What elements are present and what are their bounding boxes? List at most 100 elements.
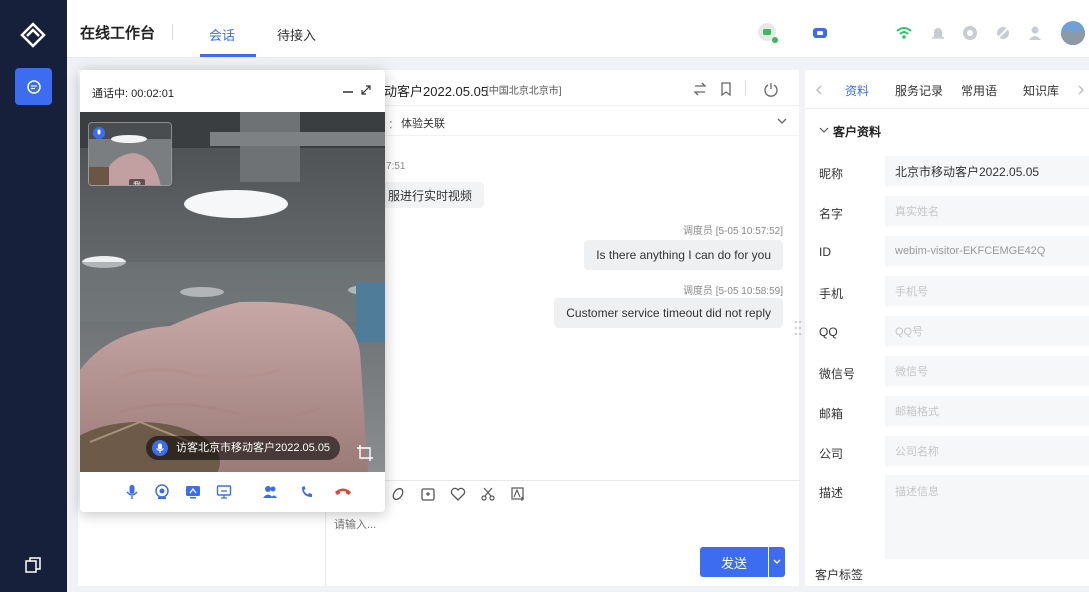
chevron-left-icon[interactable] xyxy=(815,84,823,96)
phone-transfer-icon xyxy=(302,486,312,497)
microphone-icon xyxy=(93,127,105,139)
video-call-icon[interactable] xyxy=(811,24,829,42)
bell-icon[interactable] xyxy=(929,24,947,42)
title-divider xyxy=(172,24,173,40)
send-options-button[interactable] xyxy=(769,547,785,577)
end-session-icon[interactable] xyxy=(763,81,779,97)
copy-window-icon[interactable] xyxy=(24,556,42,574)
customer-info-panel: 资料 服务记录 常用语 知识库 客户资料 昵称 北京市移动客户2022.05.0… xyxy=(805,70,1089,586)
call-toolbar xyxy=(80,472,385,512)
field-label-wechat: 微信号 xyxy=(819,367,856,381)
message-time: 7:51 xyxy=(386,161,406,172)
agent-message: Is there anything I can do for you xyxy=(584,240,783,270)
tab-divider xyxy=(805,108,1089,109)
active-tab-indicator xyxy=(200,54,256,57)
top-header: 在线工作台 会话 待接入 xyxy=(67,0,1089,58)
visitor-caption-text: 访客北京市移动客户2022.05.05 xyxy=(176,442,331,454)
image-text-icon[interactable] xyxy=(510,486,526,502)
chevron-down-icon[interactable] xyxy=(819,126,829,134)
chevron-down-icon xyxy=(773,559,781,564)
input-divider xyxy=(326,480,800,481)
camera-toggle-button[interactable] xyxy=(152,482,172,502)
app-logo-icon xyxy=(20,22,46,48)
whiteboard-button[interactable] xyxy=(214,482,234,502)
tab-pending[interactable]: 待接入 xyxy=(277,25,316,44)
transfer-icon[interactable] xyxy=(692,81,708,97)
hang-up-icon xyxy=(335,488,351,495)
company-field[interactable]: 公司名称 xyxy=(885,436,1089,466)
chat-nav-button[interactable] xyxy=(15,68,52,105)
remote-video: 我 访客北京市移动客户2022.05.05 xyxy=(80,112,385,472)
expand-icon[interactable] xyxy=(360,84,372,96)
field-label-nickname: 昵称 xyxy=(819,167,844,181)
notification-count-icon[interactable] xyxy=(961,24,979,42)
send-button[interactable]: 发送 xyxy=(700,547,768,577)
avatar[interactable] xyxy=(1060,20,1086,46)
chevron-right-icon[interactable] xyxy=(1077,84,1085,96)
session-category-bar[interactable]: ： 体验关联 xyxy=(326,106,800,136)
field-label-name: 名字 xyxy=(819,207,844,221)
user-status-icon[interactable] xyxy=(1027,24,1045,42)
invite-participant-button[interactable] xyxy=(260,482,280,502)
agent-message-meta: 调度员 [5-05 10:57:52] xyxy=(682,226,783,237)
field-label-qq: QQ xyxy=(819,325,838,339)
id-field[interactable]: webim-visitor-EKFCEMGE42Q xyxy=(885,236,1089,266)
local-video-label: 我 xyxy=(129,179,145,185)
heart-icon[interactable] xyxy=(450,486,466,502)
crop-icon[interactable] xyxy=(356,444,374,462)
transfer-call-button[interactable] xyxy=(297,482,317,502)
chat-header: 动客户2022.05.05 [中国北京北京市] xyxy=(326,70,800,106)
section-title: 客户资料 xyxy=(833,125,882,139)
call-status: 通话中: 00:02:01 xyxy=(92,88,174,100)
microphone-icon xyxy=(126,485,138,499)
screen-share-button[interactable] xyxy=(183,482,203,502)
tab-profile[interactable]: 资料 xyxy=(845,82,869,99)
chat-bubble-icon xyxy=(26,79,41,94)
visitor-caption: 访客北京市移动客户2022.05.05 xyxy=(146,436,341,460)
tab-knowledge-base[interactable]: 知识库 xyxy=(1023,82,1059,99)
name-field[interactable]: 真实姓名 xyxy=(885,196,1089,226)
tab-common-phrases[interactable]: 常用语 xyxy=(961,82,997,99)
minimize-icon[interactable] xyxy=(342,87,354,97)
scissors-icon[interactable] xyxy=(480,486,496,502)
visitor-name: 动客户2022.05.05 xyxy=(384,84,489,99)
agent-message-meta: 调度员 [5-05 10:58:59] xyxy=(682,286,783,297)
wechat-field[interactable]: 微信号 xyxy=(885,356,1089,386)
mute-mic-button[interactable] xyxy=(122,482,142,502)
qq-field[interactable]: QQ号 xyxy=(885,316,1089,346)
email-field[interactable]: 邮箱格式 xyxy=(885,396,1089,426)
field-label-description: 描述 xyxy=(819,486,844,500)
message-input[interactable] xyxy=(334,510,774,540)
left-rail xyxy=(0,0,67,592)
chevron-down-icon[interactable] xyxy=(776,116,788,126)
visitor-message: 服进行实时视频 xyxy=(376,182,485,208)
panel-resize-handle[interactable] xyxy=(794,318,802,338)
tab-service-records[interactable]: 服务记录 xyxy=(895,82,943,99)
wifi-icon xyxy=(896,27,912,39)
attachment-icon[interactable] xyxy=(390,486,406,502)
category-value: 体验关联 xyxy=(401,118,445,130)
tab-sessions[interactable]: 会话 xyxy=(209,25,235,44)
phone-field[interactable]: 手机号 xyxy=(885,276,1089,306)
field-label-id: ID xyxy=(819,245,831,259)
customer-tags-label: 客户标签 xyxy=(815,568,864,582)
message-status-icon[interactable] xyxy=(757,22,779,44)
video-call-window: 通话中: 00:02:01 我 访客北京市移动客户2022.05.05 xyxy=(80,70,385,512)
chat-panel: 动客户2022.05.05 [中国北京北京市] ： 体验关联 7:51 服进行实… xyxy=(325,70,800,586)
camera-icon xyxy=(155,484,169,499)
header-divider xyxy=(745,81,746,95)
local-video-preview[interactable]: 我 xyxy=(88,122,172,186)
bookmark-icon[interactable] xyxy=(718,81,734,97)
folder-icon[interactable] xyxy=(420,486,436,502)
nickname-field[interactable]: 北京市移动客户2022.05.05 xyxy=(885,156,1089,186)
app-title: 在线工作台 xyxy=(80,25,156,42)
description-field[interactable]: 描述信息 xyxy=(885,475,1089,559)
category-label: ： xyxy=(388,119,399,131)
microphone-icon xyxy=(152,440,168,456)
screen-share-icon xyxy=(186,486,200,499)
visitor-location: [中国北京北京市] xyxy=(486,86,562,97)
field-label-phone: 手机 xyxy=(819,287,844,301)
mute-icon[interactable] xyxy=(994,24,1012,42)
hang-up-button[interactable] xyxy=(333,482,353,502)
field-label-company: 公司 xyxy=(819,447,844,461)
